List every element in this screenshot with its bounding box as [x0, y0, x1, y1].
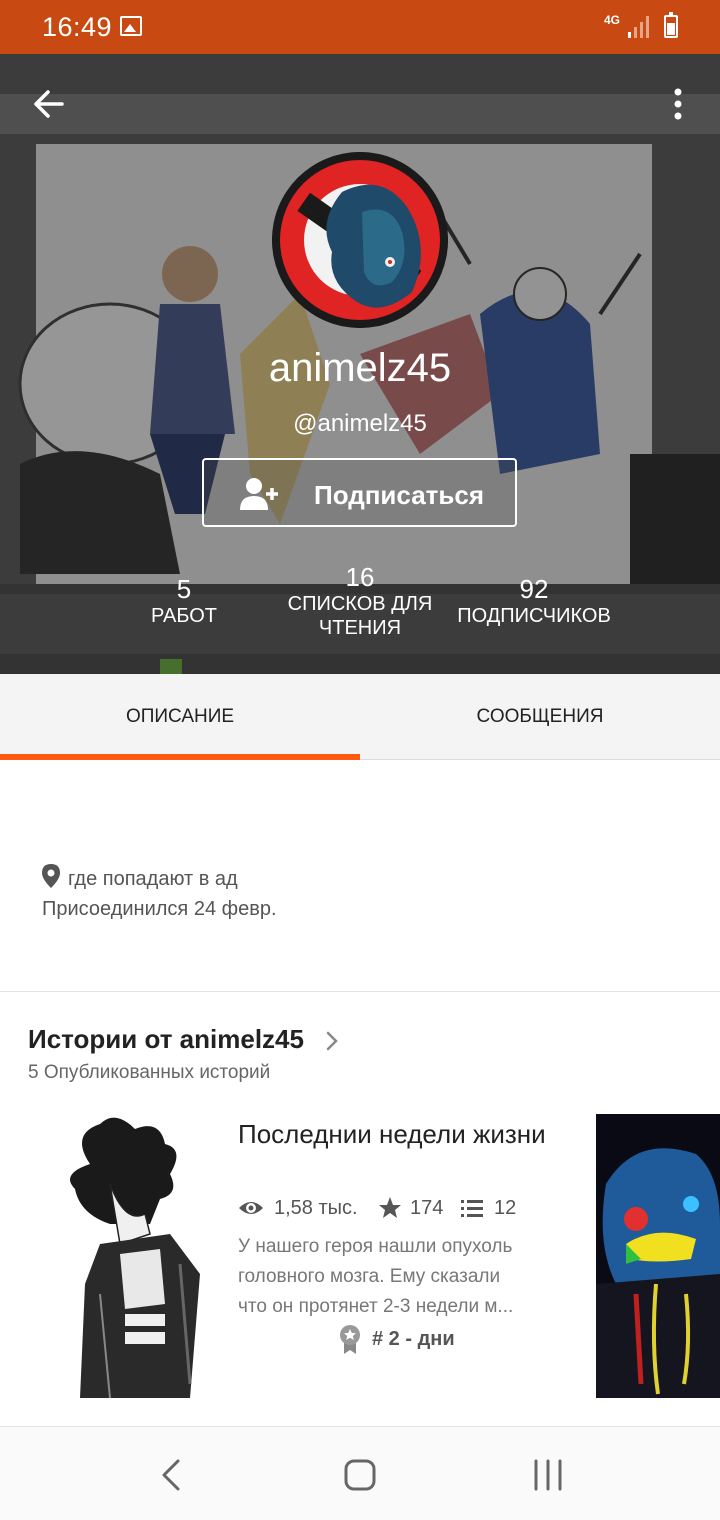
chevron-right-icon[interactable] — [324, 1029, 340, 1053]
story-rank: # 2 - дни — [372, 1328, 455, 1350]
story-title[interactable]: Последнии недели жизни — [238, 1118, 558, 1151]
stat-followers-value: 92 — [519, 574, 549, 604]
nav-home-icon[interactable] — [338, 1453, 382, 1497]
profile-handle: @animelz45 — [293, 410, 427, 437]
profile-header: animelz45 @animelz45 Подписаться 5 РАБОТ… — [0, 54, 720, 674]
stat-followers-label: ПОДПИСЧИКОВ — [457, 605, 611, 627]
nav-back-icon[interactable] — [150, 1453, 194, 1497]
stories-heading[interactable]: Истории от animelz45 — [28, 1024, 304, 1055]
eye-icon — [239, 1202, 263, 1214]
back-arrow-icon[interactable] — [26, 82, 70, 126]
story-cover-image[interactable] — [40, 1114, 210, 1398]
star-icon — [379, 1197, 401, 1218]
list-icon — [461, 1200, 483, 1217]
stories-count: 5 Опубликованных историй — [28, 1062, 271, 1083]
joined-date: Присоединился 24 февр. — [42, 898, 277, 920]
location-pin-icon — [42, 864, 60, 888]
story-description-line: У нашего героя нашли опухоль — [238, 1236, 513, 1257]
stat-reading-lists-value: 16 — [345, 562, 375, 592]
status-bar: 16:49 4G — [0, 0, 720, 54]
image-notification-icon — [120, 16, 142, 36]
battery-icon — [664, 12, 678, 38]
more-vert-icon[interactable] — [660, 82, 696, 126]
stat-followers[interactable]: 92 ПОДПИСЧИКОВ — [448, 574, 620, 628]
system-nav-bar — [0, 1426, 720, 1520]
tab-messages[interactable]: СООБЩЕНИЯ — [360, 674, 720, 760]
story-description-line: что он протянет 2-3 недели м... — [238, 1296, 514, 1317]
profile-tabs: ОПИСАНИЕ СООБЩЕНИЯ — [0, 674, 720, 760]
signal-icon — [628, 16, 649, 38]
story-cover-image-2[interactable] — [596, 1114, 720, 1398]
stat-reading-lists[interactable]: 16 СПИСКОВ ДЛЯ ЧТЕНИЯ — [276, 562, 444, 640]
tab-description[interactable]: ОПИСАНИЕ — [0, 674, 360, 760]
stat-works[interactable]: 5 РАБОТ — [124, 574, 244, 628]
story-votes: 174 — [410, 1197, 444, 1219]
rank-badge-icon — [340, 1325, 360, 1354]
network-indicator: 4G — [604, 13, 621, 27]
stat-works-value: 5 — [176, 574, 192, 604]
story-description: У нашего героя нашли опухоль головного м… — [238, 1232, 560, 1322]
about-section: где попадают в ад Присоединился 24 февр. — [0, 760, 720, 992]
add-person-icon — [240, 478, 278, 510]
nav-recents-icon[interactable] — [526, 1453, 570, 1497]
follow-button[interactable]: Подписаться — [202, 458, 517, 527]
location-text: где попадают в ад — [68, 868, 238, 890]
status-time: 16:49 — [42, 12, 113, 42]
stat-reading-lists-label: СПИСКОВ ДЛЯ ЧТЕНИЯ — [287, 593, 433, 639]
avatar[interactable] — [272, 152, 448, 328]
follow-button-label: Подписаться — [314, 480, 485, 510]
section-divider — [0, 991, 720, 992]
story-description-line: головного мозга. Ему сказали — [238, 1266, 501, 1287]
stat-works-label: РАБОТ — [150, 605, 217, 627]
profile-display-name: animelz45 — [268, 346, 452, 390]
story-reads: 1,58 тыс. — [274, 1197, 358, 1219]
story-parts: 12 — [494, 1197, 517, 1219]
